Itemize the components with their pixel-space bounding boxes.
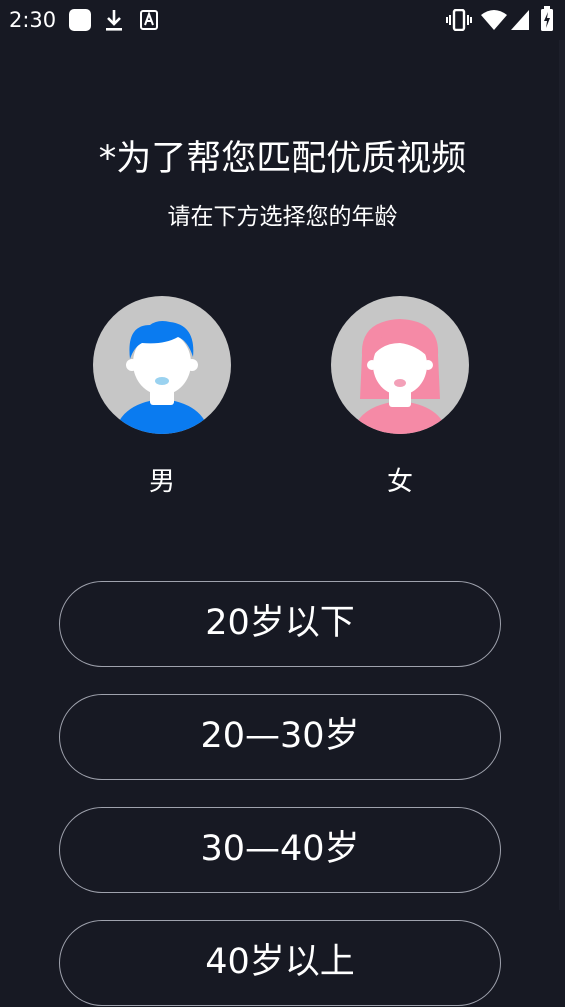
gender-option-female[interactable]: 女 (330, 295, 470, 505)
gender-option-male[interactable]: 男 (92, 295, 232, 505)
age-option-over-40[interactable]: 40岁以上 (59, 920, 501, 1006)
status-time: 2:30 (9, 8, 57, 32)
female-avatar-icon (331, 296, 469, 434)
age-option-20-30[interactable]: 20—30岁 (59, 694, 501, 780)
app-notification-icon (69, 9, 91, 31)
page-subtitle: 请在下方选择您的年龄 (167, 204, 398, 230)
wifi-icon (481, 10, 507, 30)
battery-charging-icon (541, 6, 553, 31)
cellular-signal-icon (511, 10, 529, 30)
gender-label-male: 男 (148, 467, 175, 497)
age-selection-screen: 2:30 *为了帮您匹配优质视频 请在下方选择您的年龄 男 女 20岁以下 20… (0, 0, 565, 1007)
gender-label-female: 女 (386, 467, 413, 497)
age-option-30-40[interactable]: 30—40岁 (59, 807, 501, 893)
download-icon (106, 10, 122, 31)
vibrate-icon (446, 9, 472, 31)
status-bar: 2:30 (0, 0, 565, 40)
age-option-under-20[interactable]: 20岁以下 (59, 581, 501, 667)
font-icon (140, 10, 158, 30)
page-title: *为了帮您匹配优质视频 (98, 139, 467, 179)
male-avatar-icon (93, 296, 231, 434)
